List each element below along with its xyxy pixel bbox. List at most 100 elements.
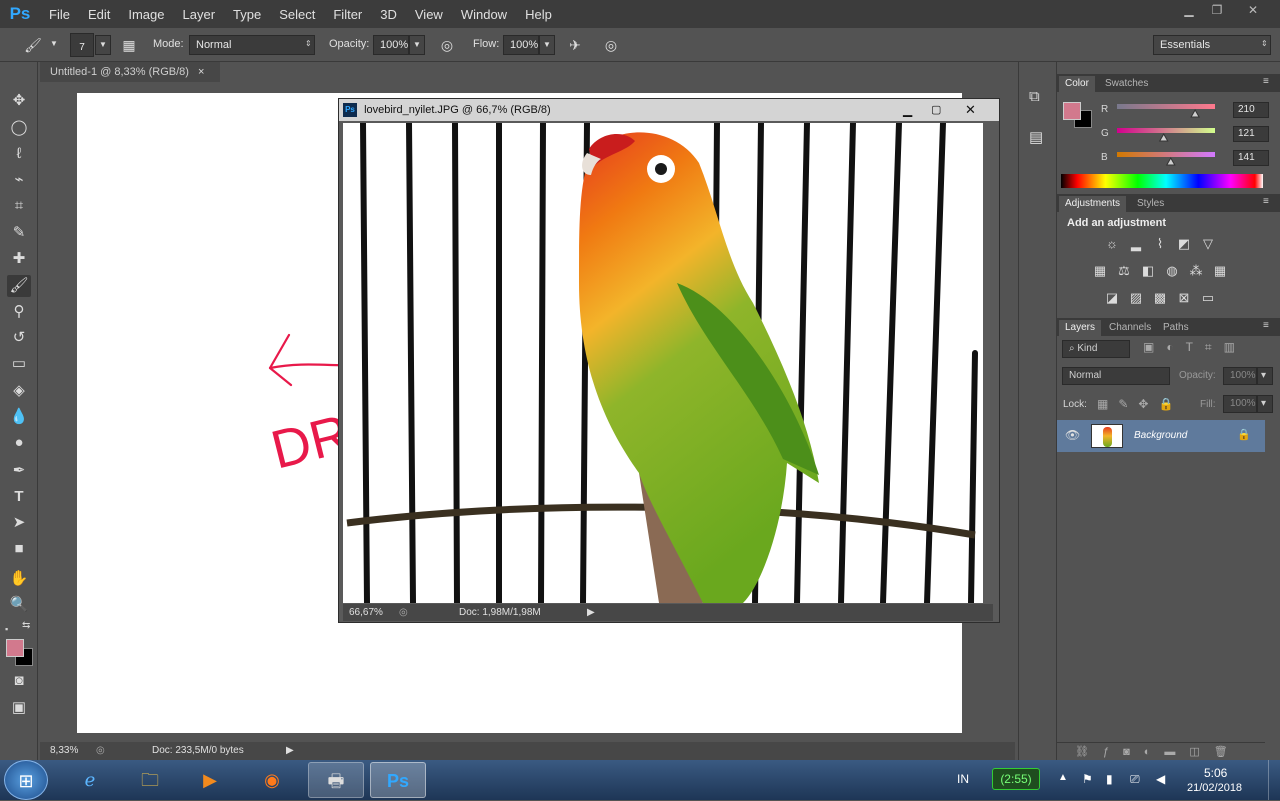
status-menu-icon[interactable]: ◎: [96, 745, 105, 756]
menu-select[interactable]: Select: [270, 7, 324, 22]
zoom-tool-icon[interactable]: 🔍: [7, 594, 31, 616]
swap-colors-icon[interactable]: ⇆: [22, 620, 30, 631]
blur-tool-icon[interactable]: 💧: [7, 406, 31, 428]
history-panel-icon[interactable]: ⧉: [1029, 88, 1040, 105]
media-player-icon[interactable]: ▶: [182, 762, 238, 798]
close-icon[interactable]: ✕: [1238, 2, 1268, 20]
brightness-icon[interactable]: ☼: [1103, 236, 1121, 252]
adjustments-menu-icon[interactable]: ≡: [1263, 196, 1269, 207]
tab-color[interactable]: Color: [1059, 76, 1095, 92]
document-tab[interactable]: Untitled-1 @ 8,33% (RGB/8) ×: [40, 62, 220, 82]
eyedropper-tool-icon[interactable]: ✎: [7, 222, 31, 244]
layer-opacity-dropdown[interactable]: ▾: [1257, 367, 1273, 385]
dodge-tool-icon[interactable]: ●: [7, 432, 31, 454]
menu-file[interactable]: File: [40, 7, 79, 22]
menu-filter[interactable]: Filter: [324, 7, 371, 22]
color-balance-icon[interactable]: ⚖: [1115, 263, 1133, 279]
status-arrow-icon[interactable]: ▶: [286, 745, 294, 756]
start-button[interactable]: ⊞: [4, 760, 48, 800]
workspace-switcher[interactable]: Essentials: [1153, 35, 1271, 55]
foreground-color-swatch[interactable]: [6, 639, 24, 657]
invert-icon[interactable]: ◪: [1103, 290, 1121, 306]
blue-value-input[interactable]: 141: [1233, 150, 1269, 166]
marquee-tool-icon[interactable]: ◯: [7, 117, 31, 139]
menu-layer[interactable]: Layer: [174, 7, 225, 22]
properties-panel-icon[interactable]: ▤: [1029, 128, 1043, 146]
layer-opacity-input[interactable]: 100%: [1223, 367, 1257, 385]
menu-view[interactable]: View: [406, 7, 452, 22]
color-fg-swatch[interactable]: [1063, 102, 1081, 120]
show-hidden-icons[interactable]: ▲: [1058, 772, 1068, 783]
window-minimize-icon[interactable]: ▁: [903, 99, 912, 121]
healing-brush-tool-icon[interactable]: ✚: [7, 248, 31, 270]
window-maximize-icon[interactable]: ▢: [931, 99, 941, 121]
blend-mode-select[interactable]: Normal: [1062, 367, 1170, 385]
tab-paths[interactable]: Paths: [1157, 320, 1195, 336]
eye-icon[interactable]: 👁: [1065, 428, 1080, 442]
screen-mode-icon[interactable]: ▣: [7, 697, 31, 719]
lock-icons[interactable]: ▦✎✥🔒: [1097, 397, 1183, 411]
red-value-input[interactable]: 210: [1233, 102, 1269, 118]
photo-filter-icon[interactable]: ◍: [1163, 263, 1181, 279]
curves-icon[interactable]: ⌇: [1151, 236, 1169, 252]
history-brush-tool-icon[interactable]: ↺: [7, 327, 31, 349]
slider-track[interactable]: [1117, 128, 1215, 133]
brush-tool-preset-icon[interactable]: 🖌: [22, 35, 44, 55]
levels-icon[interactable]: ▂: [1127, 236, 1145, 252]
opacity-input[interactable]: 100%: [373, 35, 409, 55]
red-slider[interactable]: [1117, 102, 1215, 118]
menu-image[interactable]: Image: [119, 7, 173, 22]
flow-input[interactable]: 100%: [503, 35, 539, 55]
rectangle-tool-icon[interactable]: ■: [7, 538, 31, 560]
menu-type[interactable]: Type: [224, 7, 270, 22]
lasso-tool-icon[interactable]: ℓ: [7, 143, 31, 165]
threshold-icon[interactable]: ▩: [1151, 290, 1169, 306]
pressure-size-icon[interactable]: ◎: [600, 35, 622, 55]
tab-channels[interactable]: Channels: [1103, 320, 1157, 336]
color-spectrum-ramp[interactable]: [1061, 174, 1263, 188]
channel-mixer-icon[interactable]: ⁂: [1187, 263, 1205, 279]
brush-size-picker[interactable]: 7: [70, 33, 94, 57]
quick-selection-tool-icon[interactable]: ⌁: [7, 169, 31, 191]
layer-filter-icons[interactable]: ▣◐T⌗▥: [1143, 340, 1247, 355]
volume-icon[interactable]: ◀: [1156, 772, 1165, 786]
battery-timer[interactable]: (2:55): [992, 768, 1040, 790]
fill-input[interactable]: 100%: [1223, 395, 1257, 413]
chevron-down-icon[interactable]: ▼: [46, 35, 62, 55]
hue-saturation-icon[interactable]: ▦: [1091, 263, 1109, 279]
layers-footer-icons[interactable]: ⛓ƒ◙◐▬◫🗑: [1057, 742, 1265, 760]
flow-dropdown[interactable]: ▼: [539, 35, 555, 55]
brush-panel-icon[interactable]: ▦: [118, 35, 140, 55]
default-colors-icon[interactable]: ▪: [5, 624, 13, 634]
pen-tool-icon[interactable]: ✒: [7, 460, 31, 482]
panel-menu-icon[interactable]: ≡: [1263, 76, 1269, 87]
airbrush-icon[interactable]: ✈: [564, 35, 586, 55]
eraser-tool-icon[interactable]: ▭: [7, 353, 31, 375]
clock-time[interactable]: 5:06: [1204, 766, 1227, 780]
file-explorer-icon[interactable]: 🗀: [122, 762, 178, 798]
image-zoom-level[interactable]: 66,67%: [349, 607, 383, 618]
pressure-opacity-icon[interactable]: ◎: [436, 35, 458, 55]
paint-bucket-tool-icon[interactable]: ◈: [7, 380, 31, 402]
exposure-icon[interactable]: ◩: [1175, 236, 1193, 252]
slider-handle[interactable]: [1165, 156, 1176, 166]
type-tool-icon[interactable]: T: [7, 486, 31, 508]
fill-dropdown[interactable]: ▾: [1257, 395, 1273, 413]
input-language[interactable]: IN: [957, 772, 969, 786]
restore-icon[interactable]: ❐: [1202, 2, 1232, 20]
menu-edit[interactable]: Edit: [79, 7, 119, 22]
window-close-icon[interactable]: ✕: [965, 99, 976, 121]
green-slider[interactable]: [1117, 126, 1215, 142]
tab-layers[interactable]: Layers: [1059, 320, 1102, 336]
minimize-icon[interactable]: ▁: [1174, 2, 1204, 20]
mode-select[interactable]: Normal: [189, 35, 315, 55]
image-window-titlebar[interactable]: Ps lovebird_nyilet.JPG @ 66,7% (RGB/8) ▁…: [339, 99, 999, 121]
menu-3d[interactable]: 3D: [371, 7, 406, 22]
quick-mask-icon[interactable]: ◙: [7, 670, 31, 692]
internet-explorer-icon[interactable]: ℯ: [62, 762, 118, 798]
close-tab-icon[interactable]: ×: [198, 66, 204, 78]
layer-kind-filter[interactable]: ⌕ Kind: [1062, 340, 1130, 358]
opacity-dropdown[interactable]: ▼: [409, 35, 425, 55]
image-status-menu-icon[interactable]: ◎: [399, 607, 408, 618]
power-icon[interactable]: ▮: [1106, 772, 1113, 786]
